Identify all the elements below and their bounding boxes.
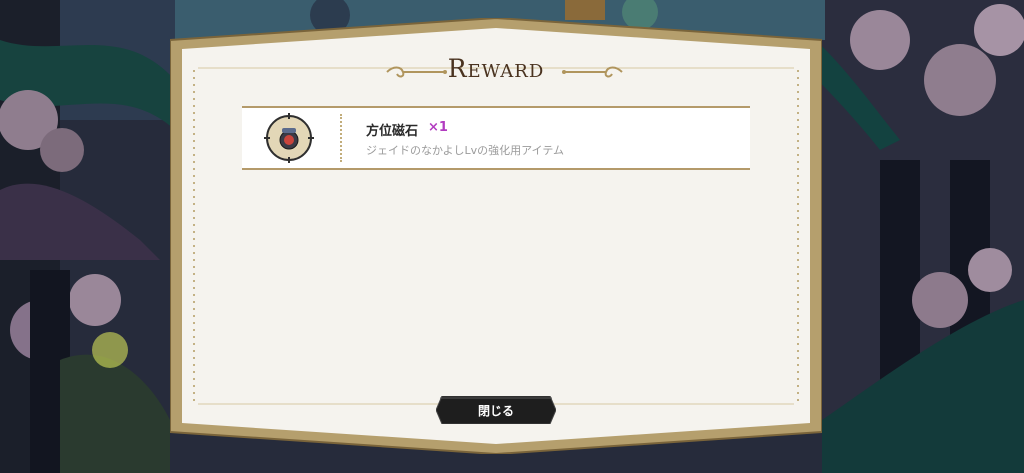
title-flourish-right-icon <box>562 66 623 78</box>
title-flourish-left-icon <box>386 66 447 78</box>
reward-dialog: Reward 方位磁石 ×1 ジェイドのなかよしLvの強化用アイテム 閉じる <box>170 18 822 454</box>
reward-item-name: 方位磁石 <box>366 124 419 139</box>
reward-item-description: ジェイドのなかよしLvの強化用アイテム <box>366 144 564 157</box>
compass-icon <box>264 113 314 163</box>
row-separator <box>340 114 342 162</box>
reward-item-quantity: ×1 <box>428 120 448 135</box>
close-button-label: 閉じる <box>477 404 514 418</box>
dialog-title: Reward <box>447 54 545 83</box>
reward-item-row: 方位磁石 ×1 ジェイドのなかよしLvの強化用アイテム <box>242 106 750 170</box>
dialog-border <box>170 18 822 454</box>
close-button[interactable]: 閉じる <box>436 396 556 424</box>
